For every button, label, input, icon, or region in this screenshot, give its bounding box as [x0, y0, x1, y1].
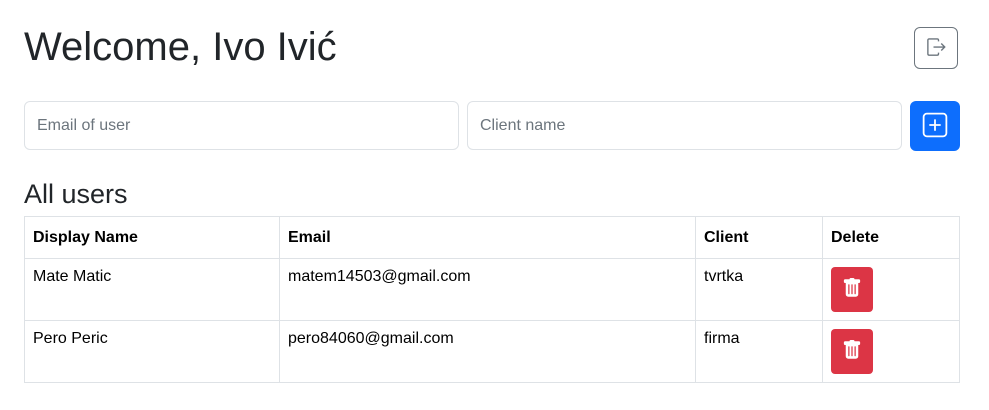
delete-button[interactable]: [831, 329, 873, 374]
email-input[interactable]: [24, 101, 459, 150]
trash-icon: [842, 277, 862, 302]
cell-delete: [822, 320, 960, 383]
table-row: Mate Matic matem14503@gmail.com tvrtka: [24, 258, 960, 321]
cell-client: tvrtka: [695, 258, 823, 321]
cell-display-name: Mate Matic: [24, 258, 280, 321]
column-header-email: Email: [279, 216, 696, 259]
logout-button[interactable]: [914, 27, 958, 69]
column-header-delete: Delete: [822, 216, 960, 259]
section-title: All users: [24, 179, 128, 209]
table-header-row: Display Name Email Client Delete: [24, 216, 960, 259]
trash-icon: [842, 339, 862, 364]
add-user-button[interactable]: [910, 101, 960, 151]
page-title: Welcome, Ivo Ivić: [24, 25, 337, 69]
delete-button[interactable]: [831, 267, 873, 312]
cell-client: firma: [695, 320, 823, 383]
cell-email: matem14503@gmail.com: [279, 258, 696, 321]
cell-display-name: Pero Peric: [24, 320, 280, 383]
column-header-display-name: Display Name: [24, 216, 280, 259]
logout-icon: [926, 37, 946, 60]
cell-email: pero84060@gmail.com: [279, 320, 696, 383]
table-row: Pero Peric pero84060@gmail.com firma: [24, 320, 960, 383]
column-header-client: Client: [695, 216, 823, 259]
cell-delete: [822, 258, 960, 321]
users-table: Display Name Email Client Delete Mate Ma…: [24, 216, 960, 383]
plus-square-icon: [922, 112, 948, 141]
client-name-input[interactable]: [467, 101, 902, 150]
